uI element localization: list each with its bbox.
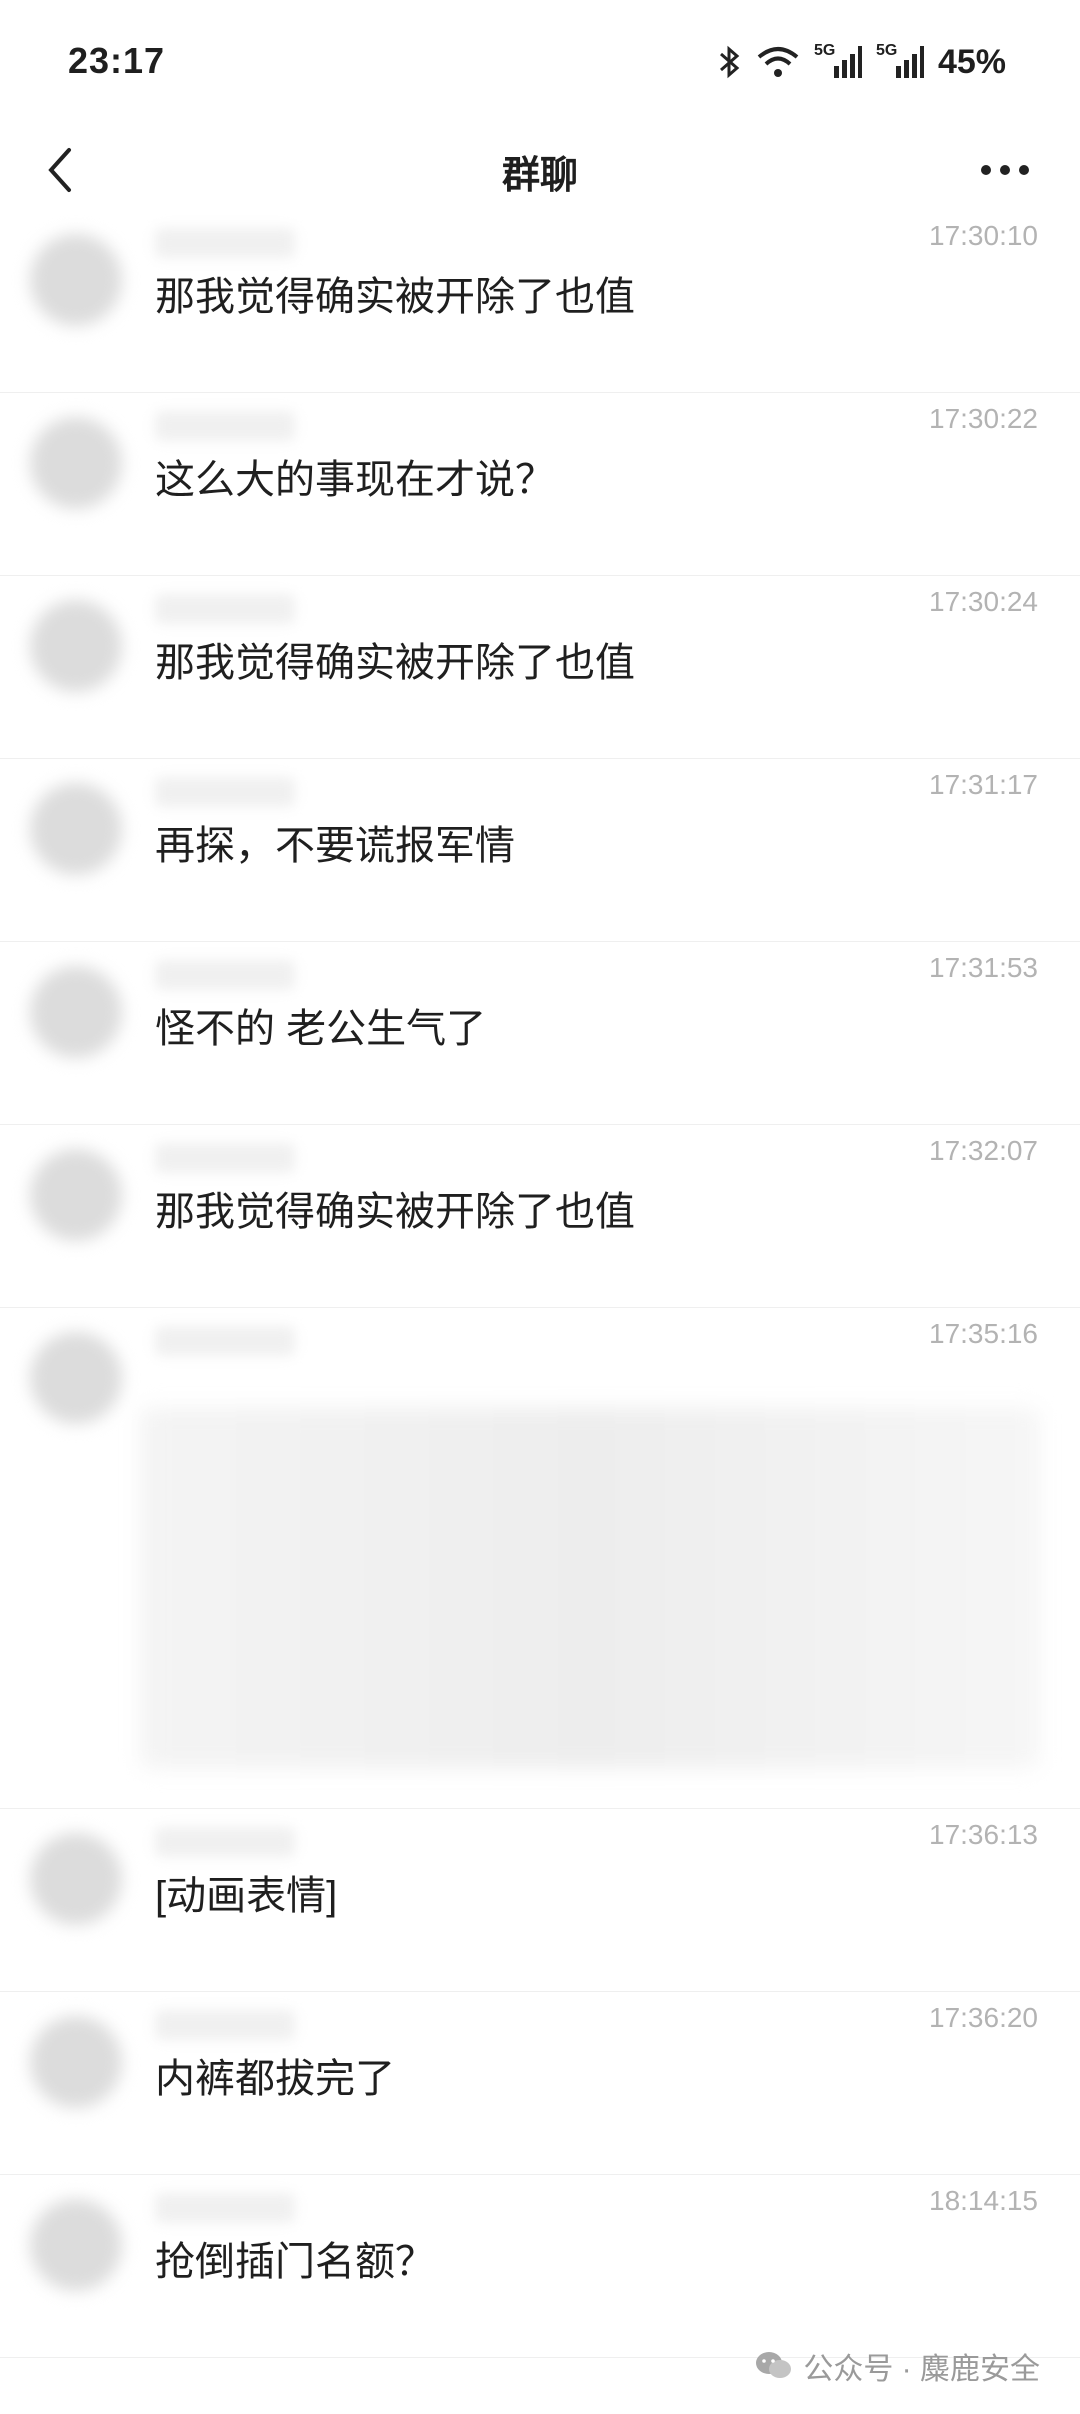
battery-level: 45% xyxy=(937,42,1006,81)
message-time: 17:31:53 xyxy=(929,952,1038,983)
sender-name-redacted xyxy=(155,777,295,807)
page-title: 群聊 xyxy=(501,155,578,197)
signal-5g-label: 5G xyxy=(875,42,898,59)
blurred-image-message[interactable] xyxy=(140,1408,1040,1768)
message-time: 17:36:13 xyxy=(929,1819,1038,1850)
message-row[interactable]: 17:36:20 内裤都拔完了 xyxy=(0,1992,1080,2175)
avatar[interactable] xyxy=(30,2016,122,2108)
sender-name-redacted xyxy=(155,1143,295,1173)
message-time: 18:14:15 xyxy=(929,2185,1038,2216)
message-row[interactable]: 17:31:17 再探，不要谎报军情 xyxy=(0,759,1080,942)
message-row[interactable]: 17:30:10 那我觉得确实被开除了也值 xyxy=(0,210,1080,393)
status-icons: 5G 5G 45% xyxy=(718,40,1006,84)
avatar[interactable] xyxy=(30,2199,122,2291)
message-text: 这么大的事现在才说？ xyxy=(155,458,555,502)
message-time: 17:30:24 xyxy=(929,586,1038,617)
wifi-icon xyxy=(756,45,800,79)
message-text: 内裤都拔完了 xyxy=(155,2057,395,2101)
avatar[interactable] xyxy=(30,1149,122,1241)
message-row[interactable]: 18:14:15 抢倒插门名额？ xyxy=(0,2175,1080,2358)
message-text: 那我觉得确实被开除了也值 xyxy=(155,1190,635,1234)
avatar[interactable] xyxy=(30,1332,122,1424)
more-icon xyxy=(981,165,1029,175)
sender-name-redacted xyxy=(155,2193,295,2223)
signal-icon: 5G xyxy=(875,42,924,80)
status-bar: 23:17 5G 5G 45% xyxy=(0,0,1080,130)
chat-header: 群聊 xyxy=(0,130,1080,210)
sender-name-redacted xyxy=(155,1827,295,1857)
sender-name-redacted xyxy=(155,2010,295,2040)
avatar[interactable] xyxy=(30,600,122,692)
message-time: 17:30:10 xyxy=(929,220,1038,251)
sender-name-redacted xyxy=(155,960,295,990)
bluetooth-icon xyxy=(718,45,742,79)
message-time: 17:35:16 xyxy=(929,1318,1038,1349)
sender-name-redacted xyxy=(155,228,295,258)
status-time: 23:17 xyxy=(68,40,166,81)
message-row[interactable]: 17:36:13 [动画表情] xyxy=(0,1809,1080,1992)
message-time: 17:30:22 xyxy=(929,403,1038,434)
message-text: 怪不的 老公生气了 xyxy=(155,1007,487,1051)
avatar[interactable] xyxy=(30,234,122,326)
message-row[interactable]: 17:31:53 怪不的 老公生气了 xyxy=(0,942,1080,1125)
avatar[interactable] xyxy=(30,1833,122,1925)
message-list[interactable]: 17:30:10 那我觉得确实被开除了也值 17:30:22 这么大的事现在才说… xyxy=(0,210,1080,2358)
avatar[interactable] xyxy=(30,417,122,509)
message-text: 抢倒插门名额？ xyxy=(155,2240,435,2284)
signal-5g-label: 5G xyxy=(813,42,836,59)
message-text: 那我觉得确实被开除了也值 xyxy=(155,275,635,319)
message-row[interactable]: 17:30:22 这么大的事现在才说？ xyxy=(0,393,1080,576)
message-time: 17:31:17 xyxy=(929,769,1038,800)
message-row[interactable]: 17:32:07 那我觉得确实被开除了也值 xyxy=(0,1125,1080,1308)
more-button[interactable] xyxy=(970,130,1040,210)
message-text: 再探，不要谎报军情 xyxy=(155,824,515,868)
message-row[interactable]: 17:30:24 那我觉得确实被开除了也值 xyxy=(0,576,1080,759)
watermark: 公众号 · 麋鹿安全 xyxy=(755,2344,1040,2388)
message-text: [动画表情] xyxy=(155,1874,338,1918)
sender-name-redacted xyxy=(155,411,295,441)
message-time: 17:36:20 xyxy=(929,2002,1038,2033)
message-text: 那我觉得确实被开除了也值 xyxy=(155,641,635,685)
avatar[interactable] xyxy=(30,966,122,1058)
watermark-text: 公众号 · 麋鹿安全 xyxy=(803,2353,1040,2386)
message-row[interactable]: 17:35:16 xyxy=(0,1308,1080,1809)
sender-name-redacted xyxy=(155,1326,295,1356)
sender-name-redacted xyxy=(155,594,295,624)
message-time: 17:32:07 xyxy=(929,1135,1038,1166)
signal-icon: 5G xyxy=(813,42,862,80)
avatar[interactable] xyxy=(30,783,122,875)
wechat-icon xyxy=(756,2352,792,2378)
